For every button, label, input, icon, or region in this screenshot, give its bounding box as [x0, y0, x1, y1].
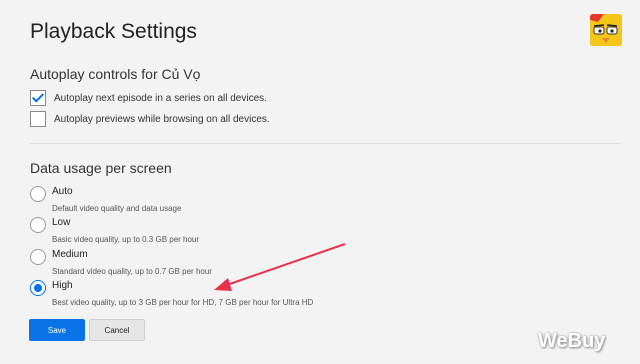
radio-button-low[interactable] [30, 217, 46, 233]
radio-button-high[interactable] [30, 280, 46, 296]
radio-option-medium[interactable]: Medium Standard video quality, up to 0.7… [30, 249, 212, 277]
autoplay-next-episode-option[interactable]: Autoplay next episode in a series on all… [30, 90, 267, 106]
avatar-icon [590, 14, 622, 46]
radio-label: Low [52, 217, 71, 228]
autoplay-next-episode-checkbox[interactable] [30, 90, 46, 106]
radio-button-auto[interactable] [30, 186, 46, 202]
cancel-button[interactable]: Cancel [89, 319, 145, 341]
radio-label: Auto [52, 186, 73, 197]
checkbox-label: Autoplay next episode in a series on all… [54, 92, 267, 104]
radio-description: Basic video quality, up to 0.3 GB per ho… [52, 235, 200, 244]
autoplay-previews-option[interactable]: Autoplay previews while browsing on all … [30, 111, 270, 127]
watermark-logo: WeBuy [538, 330, 606, 352]
save-button[interactable]: Save [29, 319, 85, 341]
radio-option-low[interactable]: Low Basic video quality, up to 0.3 GB pe… [30, 217, 199, 245]
profile-avatar[interactable] [590, 14, 622, 46]
radio-button-medium[interactable] [30, 249, 46, 265]
annotation-arrow-icon [214, 243, 346, 291]
checkbox-label: Autoplay previews while browsing on all … [54, 113, 270, 125]
data-usage-heading: Data usage per screen [30, 160, 172, 176]
section-divider [30, 143, 620, 144]
radio-option-auto[interactable]: Auto Default video quality and data usag… [30, 186, 181, 214]
autoplay-heading: Autoplay controls for Củ Vọ [30, 66, 201, 82]
radio-label: Medium [52, 249, 88, 260]
autoplay-previews-checkbox[interactable] [30, 111, 46, 127]
page-title: Playback Settings [30, 20, 197, 43]
radio-description: Standard video quality, up to 0.7 GB per… [52, 267, 212, 276]
radio-description: Default video quality and data usage [52, 204, 182, 213]
radio-description: Best video quality, up to 3 GB per hour … [52, 298, 314, 307]
